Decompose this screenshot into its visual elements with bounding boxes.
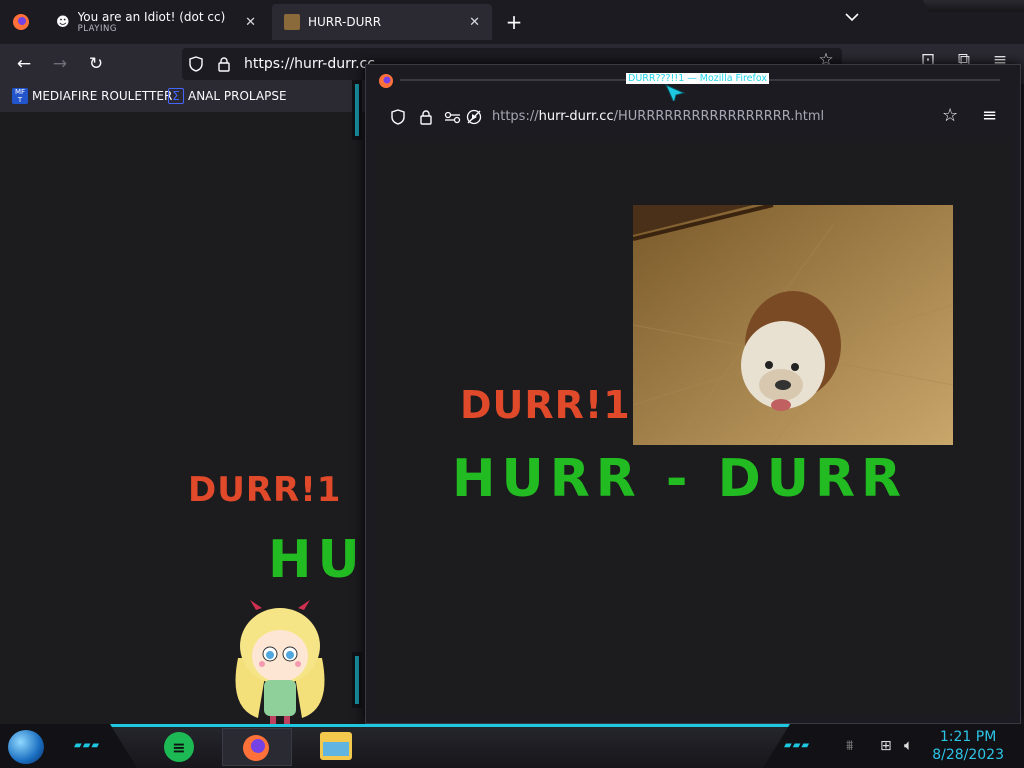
back-button[interactable]: ← (10, 50, 38, 78)
reload-button[interactable]: ↻ (82, 50, 110, 78)
clock[interactable]: 1:21 PM 8/28/2023 (932, 728, 1004, 764)
autoplay-blocked-icon[interactable] (466, 109, 482, 125)
popup-page-content: DURR!1 HURR - DURR (376, 137, 1012, 715)
volume-icon[interactable]: 🔈︎ (904, 736, 913, 754)
popup-url-text: https://hurr-durr.cc/HURRRRRRRRRRRRRRRRR… (492, 109, 825, 124)
hurr-text: HU (268, 530, 365, 590)
shield-icon[interactable] (188, 56, 204, 72)
bookmark-mediafire[interactable]: MF T MEDIAFIRE ROULETTER (12, 88, 172, 104)
start-button[interactable] (8, 730, 44, 764)
permissions-icon[interactable] (444, 109, 462, 125)
firefox-taskbar-button[interactable] (222, 728, 292, 766)
tab-strip: ☻ You are an Idiot! (dot cc) PLAYING ✕ H… (0, 0, 1024, 44)
taskbar-decoration: ▰▰▰ (784, 740, 811, 751)
main-page-content: DURR!1 HU (0, 112, 365, 728)
popup-title: DURR???!!1 — Mozilla Firefox (626, 73, 769, 84)
popup-titlebar[interactable]: DURR???!!1 — Mozilla Firefox (366, 65, 1020, 105)
mediafire-icon: MF T (12, 88, 28, 104)
tab-playing-label: PLAYING (77, 24, 117, 34)
shield-icon[interactable] (390, 109, 406, 125)
lock-icon[interactable] (216, 56, 232, 72)
firefox-icon (13, 14, 29, 30)
taskbar: ▰▰▰ ≡ ▰▰▰ ⩩ ⊞ 🔈︎ 1:21 PM 8/28/2023 (0, 724, 1024, 768)
hurr-durr-heading: HURR - DURR (452, 449, 908, 509)
firefox-icon (379, 74, 393, 88)
lock-icon[interactable] (418, 109, 434, 125)
tab-you-are-an-idiot[interactable]: ☻ You are an Idiot! (dot cc) PLAYING ✕ (44, 0, 268, 44)
bulldog-image (633, 205, 953, 445)
window-decoration (922, 0, 1024, 12)
url-text: https://hurr-durr.cc (244, 56, 375, 72)
new-tab-button[interactable]: + (500, 8, 528, 36)
file-explorer-taskbar-button[interactable] (320, 732, 352, 760)
spotify-icon: ≡ (172, 737, 186, 757)
dog-icon (284, 14, 300, 30)
spotify-taskbar-button[interactable]: ≡ (164, 732, 194, 762)
tab-title: HURR-DURR (308, 15, 382, 29)
forward-button[interactable]: → (46, 50, 74, 78)
clock-date: 8/28/2023 (932, 747, 1004, 763)
clock-time: 1:21 PM (939, 729, 997, 745)
popup-url-bar[interactable]: https://hurr-durr.cc/HURRRRRRRRRRRRRRRRR… (380, 101, 1004, 133)
network-icon[interactable]: ⊞ (880, 738, 892, 754)
taskbar-plate (110, 724, 790, 768)
bookmark-label: ANAL PROLAPSE (188, 89, 287, 103)
durr-text: DURR!1 (460, 383, 631, 427)
bookmark-label: MEDIAFIRE ROULETTER (32, 89, 173, 103)
sigma-icon: Σ (168, 88, 184, 104)
smiley-icon: ☻ (56, 14, 70, 30)
tab-hurr-durr[interactable]: HURR-DURR ✕ (272, 4, 492, 40)
chevron-down-icon (845, 13, 859, 22)
bookmarks-toolbar: MF T MEDIAFIRE ROULETTER Σ ANAL PROLAPSE (0, 84, 365, 112)
bookmark-star-icon[interactable]: ☆ (942, 105, 958, 126)
popup-window: DURR???!!1 — Mozilla Firefox https://hur… (365, 64, 1021, 724)
window-decoration (352, 652, 362, 708)
firefox-menu-button[interactable] (4, 6, 38, 38)
folder-icon (323, 742, 349, 756)
list-all-tabs-button[interactable] (838, 10, 866, 34)
durr-text: DURR!1 (188, 470, 342, 510)
window-decoration (352, 80, 362, 140)
firefox-icon (243, 735, 269, 761)
hamburger-menu-icon[interactable]: ≡ (982, 105, 997, 126)
bookmark-anal-prolapse[interactable]: Σ ANAL PROLAPSE (168, 88, 287, 104)
taskbar-decoration: ▰▰▰ (74, 740, 101, 751)
tab-title: You are an Idiot! (dot cc) (77, 10, 226, 24)
tray-overflow-icon[interactable]: ⩩ (846, 738, 853, 754)
close-tab-icon[interactable]: ✕ (245, 15, 256, 30)
cartoon-character-image (235, 600, 325, 726)
close-tab-icon[interactable]: ✕ (469, 15, 480, 30)
